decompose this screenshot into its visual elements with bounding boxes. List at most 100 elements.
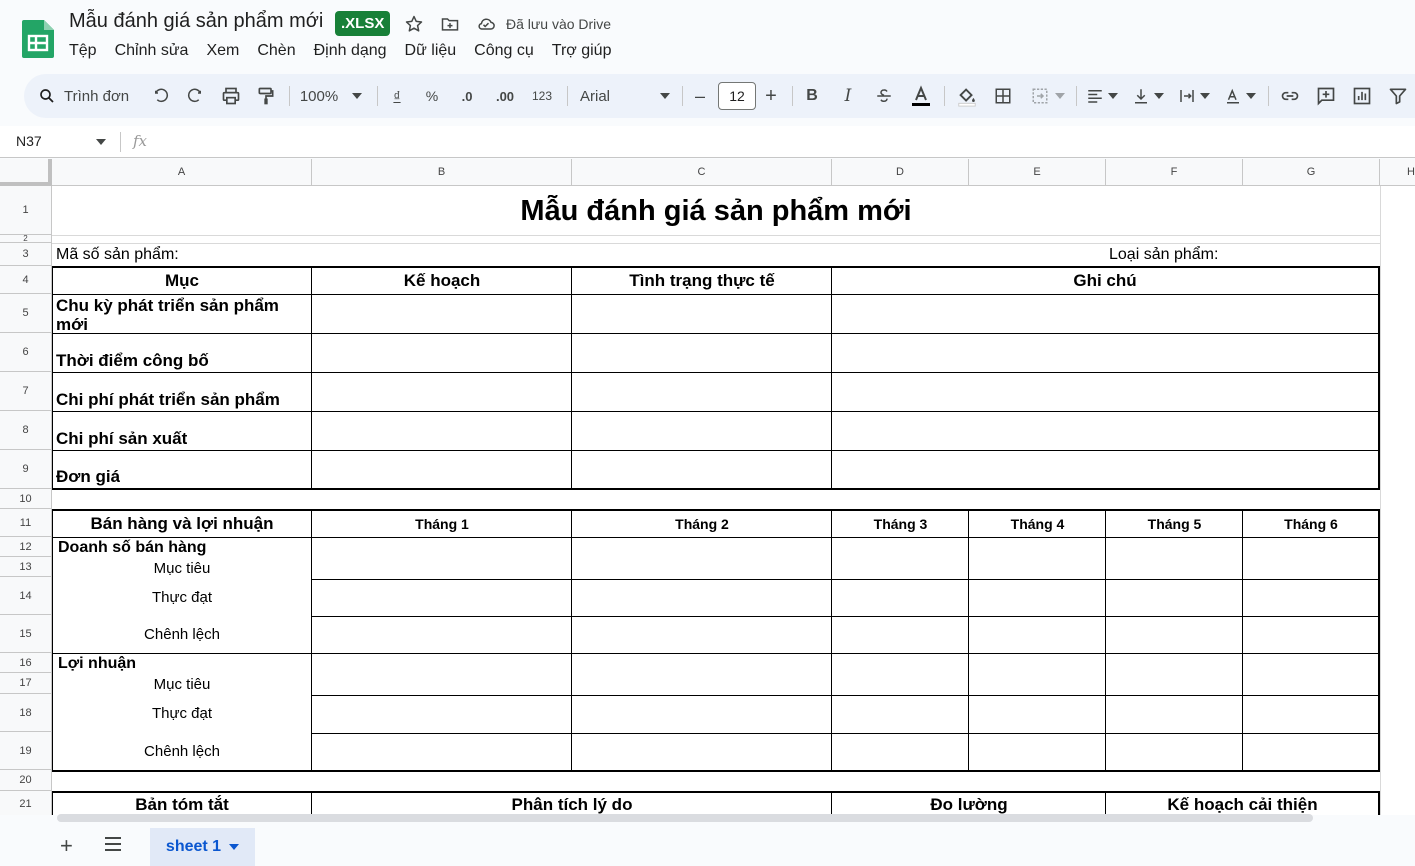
row-header[interactable]: 11 — [0, 509, 52, 537]
column-header-b[interactable]: B — [312, 159, 572, 186]
sales-month-6[interactable]: Tháng 6 — [1243, 516, 1379, 532]
menu-data[interactable]: Dữ liệu — [396, 40, 466, 62]
horizontal-align-icon[interactable] — [1084, 84, 1120, 108]
sheet-tab-active[interactable]: sheet 1 — [150, 828, 255, 866]
profit-target[interactable]: Mục tiêu — [52, 676, 312, 693]
row-header[interactable]: 10 — [0, 489, 52, 509]
row-header[interactable]: 1 — [0, 186, 52, 235]
revenue-variance[interactable]: Chênh lệch — [52, 626, 312, 643]
plan-header-item[interactable]: Mục — [52, 271, 312, 291]
sales-month-1[interactable]: Tháng 1 — [312, 516, 572, 532]
italic-button[interactable]: I — [838, 84, 858, 108]
row-header[interactable]: 21 — [0, 791, 52, 815]
bold-button[interactable]: B — [802, 84, 822, 108]
row-header[interactable]: 8 — [0, 411, 52, 450]
currency-format-button[interactable]: ₫ — [388, 84, 406, 108]
sheets-logo-icon[interactable] — [20, 18, 56, 58]
text-color-icon[interactable] — [908, 84, 934, 108]
sales-month-5[interactable]: Tháng 5 — [1106, 516, 1243, 532]
row-header[interactable]: 2 — [0, 235, 52, 243]
plan-header-actual[interactable]: Tình trạng thực tế — [572, 271, 832, 291]
row-header[interactable]: 3 — [0, 243, 52, 266]
row-header[interactable]: 12 — [0, 537, 52, 557]
horizontal-scrollbar[interactable] — [57, 814, 1313, 822]
row-header[interactable]: 5 — [0, 294, 52, 333]
strikethrough-icon[interactable] — [873, 84, 895, 108]
sales-month-3[interactable]: Tháng 3 — [832, 516, 969, 532]
filter-icon[interactable] — [1386, 84, 1410, 108]
all-sheets-icon[interactable] — [104, 836, 122, 857]
number-format-button[interactable]: 123 — [529, 84, 555, 108]
add-sheet-button[interactable]: + — [60, 835, 73, 857]
summary-header-summary[interactable]: Bản tóm tắt — [52, 795, 312, 815]
row-header[interactable]: 9 — [0, 450, 52, 489]
revenue-label[interactable]: Doanh số bán hàng — [58, 539, 206, 557]
profit-actual[interactable]: Thực đạt — [52, 705, 312, 722]
column-header-a[interactable]: A — [52, 159, 312, 186]
font-family-select[interactable]: Arial — [580, 84, 670, 108]
row-header[interactable]: 6 — [0, 333, 52, 372]
plan-item-development-cost[interactable]: Chi phí phát triển sản phẩm — [56, 390, 280, 410]
menu-view[interactable]: Xem — [197, 40, 248, 62]
summary-header-measurement[interactable]: Đo lường — [832, 795, 1106, 815]
decrease-font-size-button[interactable]: – — [691, 84, 709, 108]
row-header[interactable]: 20 — [0, 770, 52, 791]
column-header-h[interactable]: H — [1380, 159, 1415, 186]
row-header[interactable]: 4 — [0, 266, 52, 294]
vertical-align-icon[interactable] — [1130, 84, 1166, 108]
text-rotation-icon[interactable] — [1222, 84, 1258, 108]
document-title[interactable]: Mẫu đánh giá sản phẩm mới — [69, 10, 323, 33]
percent-format-button[interactable]: % — [422, 84, 442, 108]
menu-format[interactable]: Định dạng — [305, 40, 396, 62]
zoom-select[interactable]: 100% — [295, 84, 367, 108]
summary-header-improvement[interactable]: Kế hoạch cải thiện — [1106, 795, 1379, 815]
saved-status[interactable]: Đã lưu vào Drive — [506, 16, 611, 32]
increase-font-size-button[interactable]: + — [762, 84, 780, 108]
column-header-c[interactable]: C — [572, 159, 832, 186]
profit-label[interactable]: Lợi nhuận — [58, 655, 136, 673]
select-all-corner[interactable] — [0, 159, 52, 186]
column-header-d[interactable]: D — [832, 159, 969, 186]
undo-icon[interactable] — [150, 84, 172, 108]
plan-item-production-cost[interactable]: Chi phí sản xuất — [56, 429, 187, 449]
row-header[interactable]: 17 — [0, 673, 52, 694]
menu-search-button[interactable]: Trình đơn — [38, 84, 129, 108]
product-type-label[interactable]: Loại sản phẩm: — [1109, 246, 1218, 264]
increase-decimal-button[interactable]: .00 — [490, 84, 520, 108]
insert-chart-icon[interactable] — [1350, 84, 1374, 108]
chevron-down-icon[interactable] — [96, 139, 106, 145]
column-header-f[interactable]: F — [1106, 159, 1243, 186]
move-to-folder-icon[interactable] — [438, 12, 462, 36]
menu-tools[interactable]: Công cụ — [465, 40, 543, 62]
row-header[interactable]: 13 — [0, 557, 52, 577]
sales-month-4[interactable]: Tháng 4 — [969, 516, 1106, 532]
revenue-actual[interactable]: Thực đạt — [52, 589, 312, 606]
redo-icon[interactable] — [184, 84, 206, 108]
plan-item-development-cycle[interactable]: Chu kỳ phát triển sản phẩm mới — [56, 296, 308, 333]
menu-insert[interactable]: Chèn — [248, 40, 304, 62]
sales-header[interactable]: Bán hàng và lợi nhuận — [52, 514, 312, 534]
plan-item-launch-time[interactable]: Thời điểm công bố — [56, 351, 209, 371]
column-header-g[interactable]: G — [1243, 159, 1380, 186]
paint-format-icon[interactable] — [255, 84, 277, 108]
insert-comment-icon[interactable] — [1314, 84, 1338, 108]
star-icon[interactable] — [402, 12, 426, 36]
row-header[interactable]: 7 — [0, 372, 52, 411]
row-header[interactable]: 19 — [0, 732, 52, 770]
borders-icon[interactable] — [992, 84, 1014, 108]
plan-header-plan[interactable]: Kế hoạch — [312, 271, 572, 291]
row-header[interactable]: 18 — [0, 694, 52, 732]
plan-item-unit-price[interactable]: Đơn giá — [56, 467, 120, 487]
decrease-decimal-button[interactable]: .0 — [454, 84, 480, 108]
spreadsheet-grid[interactable]: A B C D E F G H 1 2 3 4 5 6 7 8 9 10 11 … — [0, 159, 1415, 815]
profit-variance[interactable]: Chênh lệch — [52, 743, 312, 760]
menu-help[interactable]: Trợ giúp — [543, 40, 621, 62]
print-icon[interactable] — [220, 84, 242, 108]
chevron-down-icon[interactable] — [229, 844, 240, 850]
row-header[interactable]: 14 — [0, 577, 52, 615]
sales-month-2[interactable]: Tháng 2 — [572, 516, 832, 532]
menu-file[interactable]: Tệp — [60, 40, 106, 62]
menu-edit[interactable]: Chỉnh sửa — [106, 40, 198, 62]
insert-link-icon[interactable] — [1278, 84, 1302, 108]
column-header-e[interactable]: E — [969, 159, 1106, 186]
